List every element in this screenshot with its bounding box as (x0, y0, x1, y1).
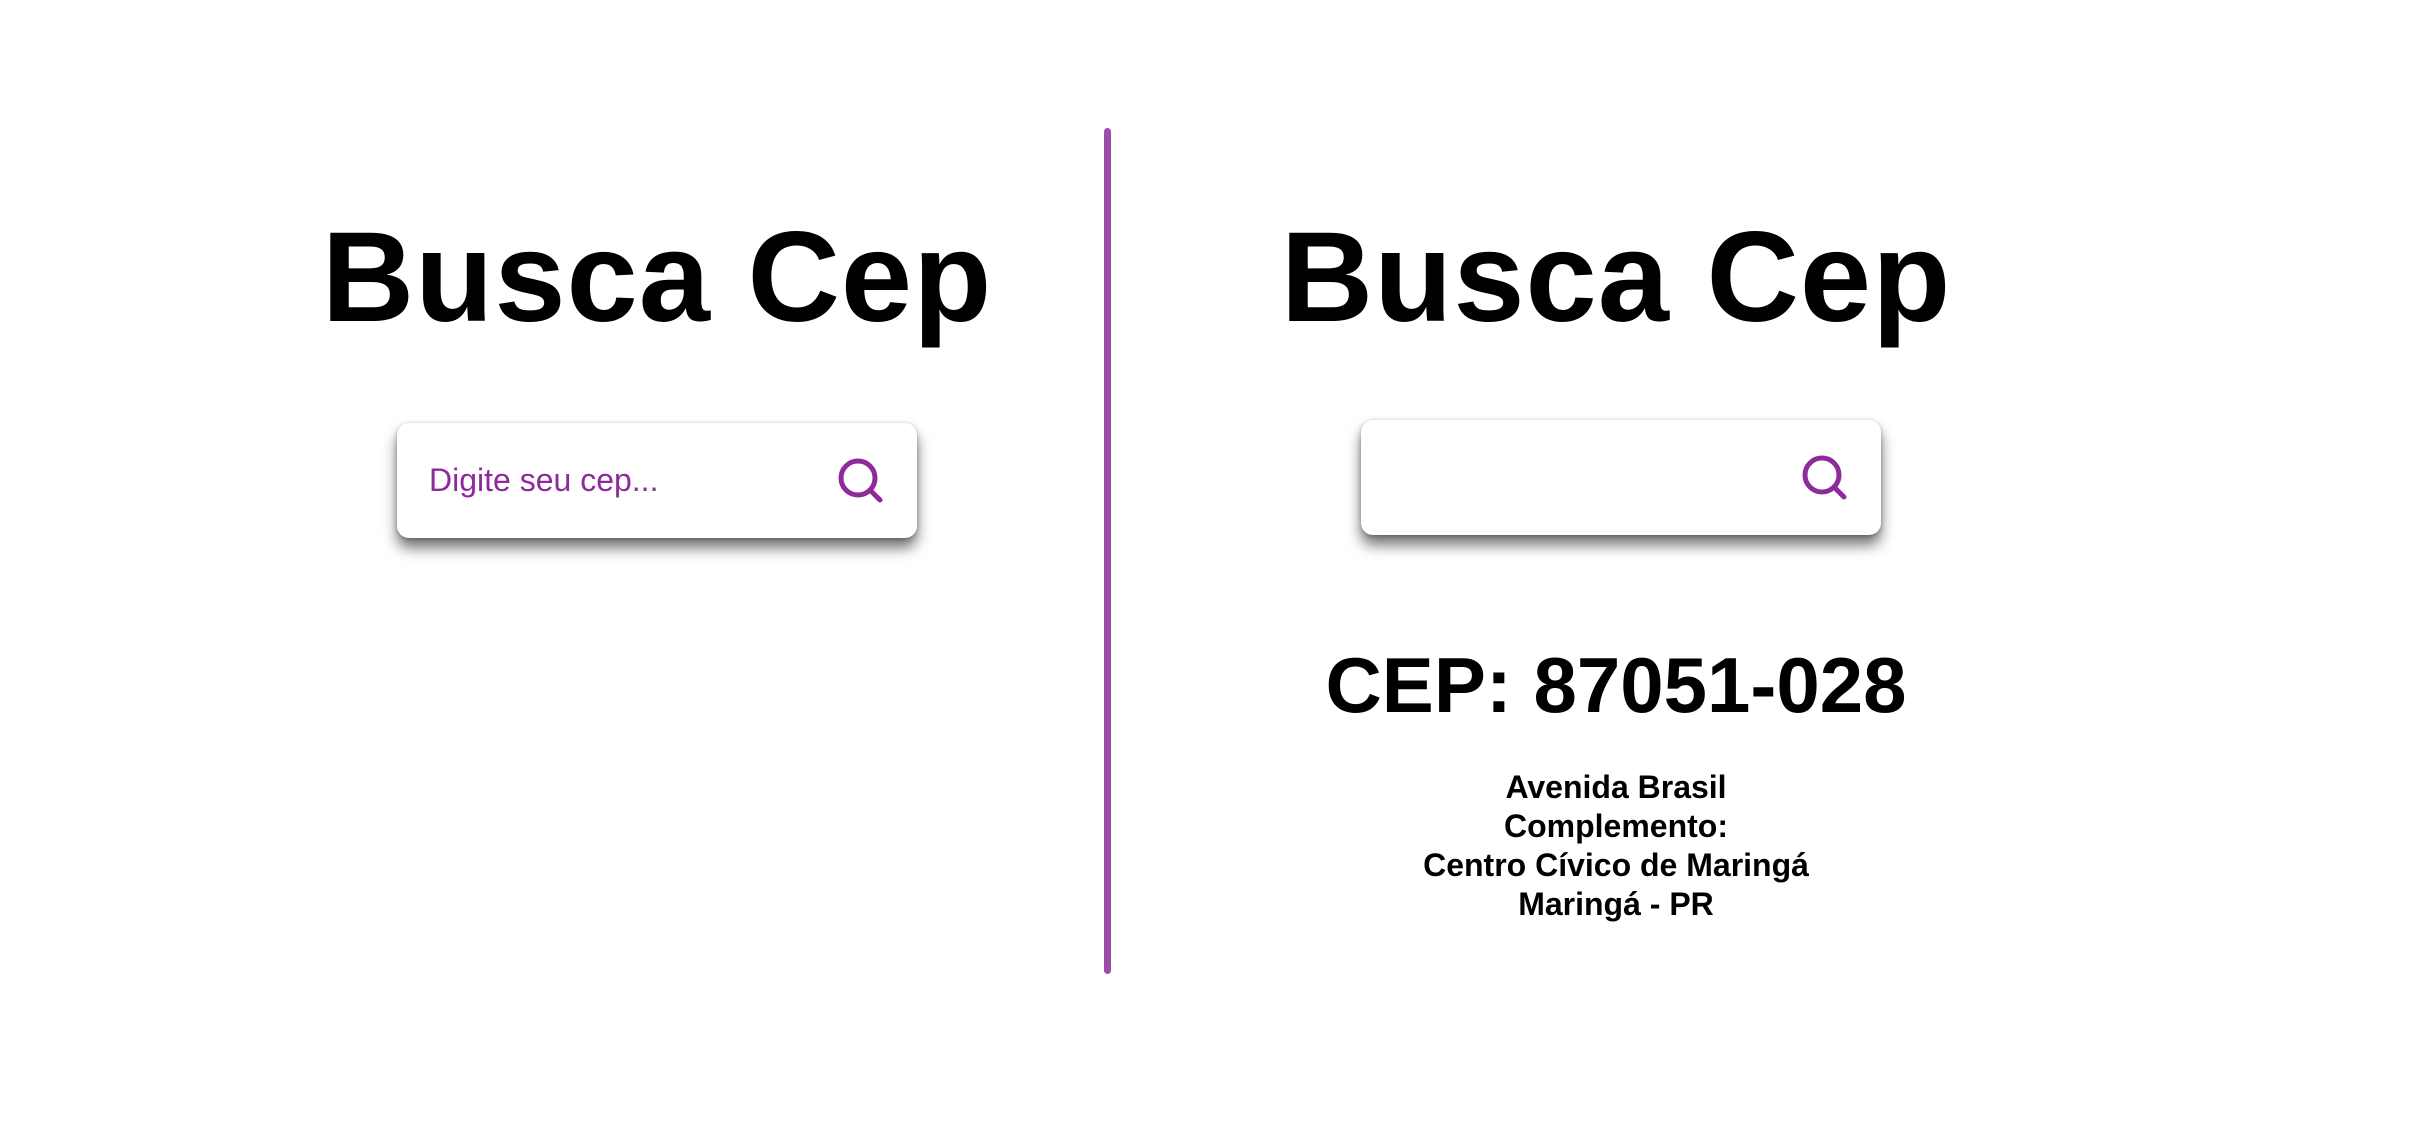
address-block: Avenida Brasil Complemento: Centro Cívic… (1066, 768, 2166, 924)
cep-result-heading: CEP: 87051-028 (1325, 641, 1907, 729)
page-title: Busca Cep (321, 206, 993, 349)
search-box (397, 423, 917, 538)
page: Busca Cep Busca Cep (0, 0, 2416, 1136)
search-icon (833, 453, 889, 509)
street-text: Avenida Brasil (1505, 769, 1727, 805)
neighborhood-text: Centro Cívico de Maringá (1423, 847, 1809, 883)
cep-search-input[interactable] (397, 423, 817, 538)
left-panel: Busca Cep (107, 0, 1207, 1136)
search-button[interactable] (1797, 450, 1853, 506)
search-box (1361, 420, 1881, 535)
cep-search-input[interactable] (1361, 420, 1781, 535)
search-icon (1797, 450, 1853, 506)
right-panel: Busca Cep CEP: 87051-028 Avenida Brasil … (1066, 0, 2166, 1136)
complement-text: Complemento: (1504, 808, 1728, 844)
search-button[interactable] (833, 453, 889, 509)
city-state-text: Maringá - PR (1518, 886, 1714, 922)
page-title: Busca Cep (1280, 206, 1952, 349)
